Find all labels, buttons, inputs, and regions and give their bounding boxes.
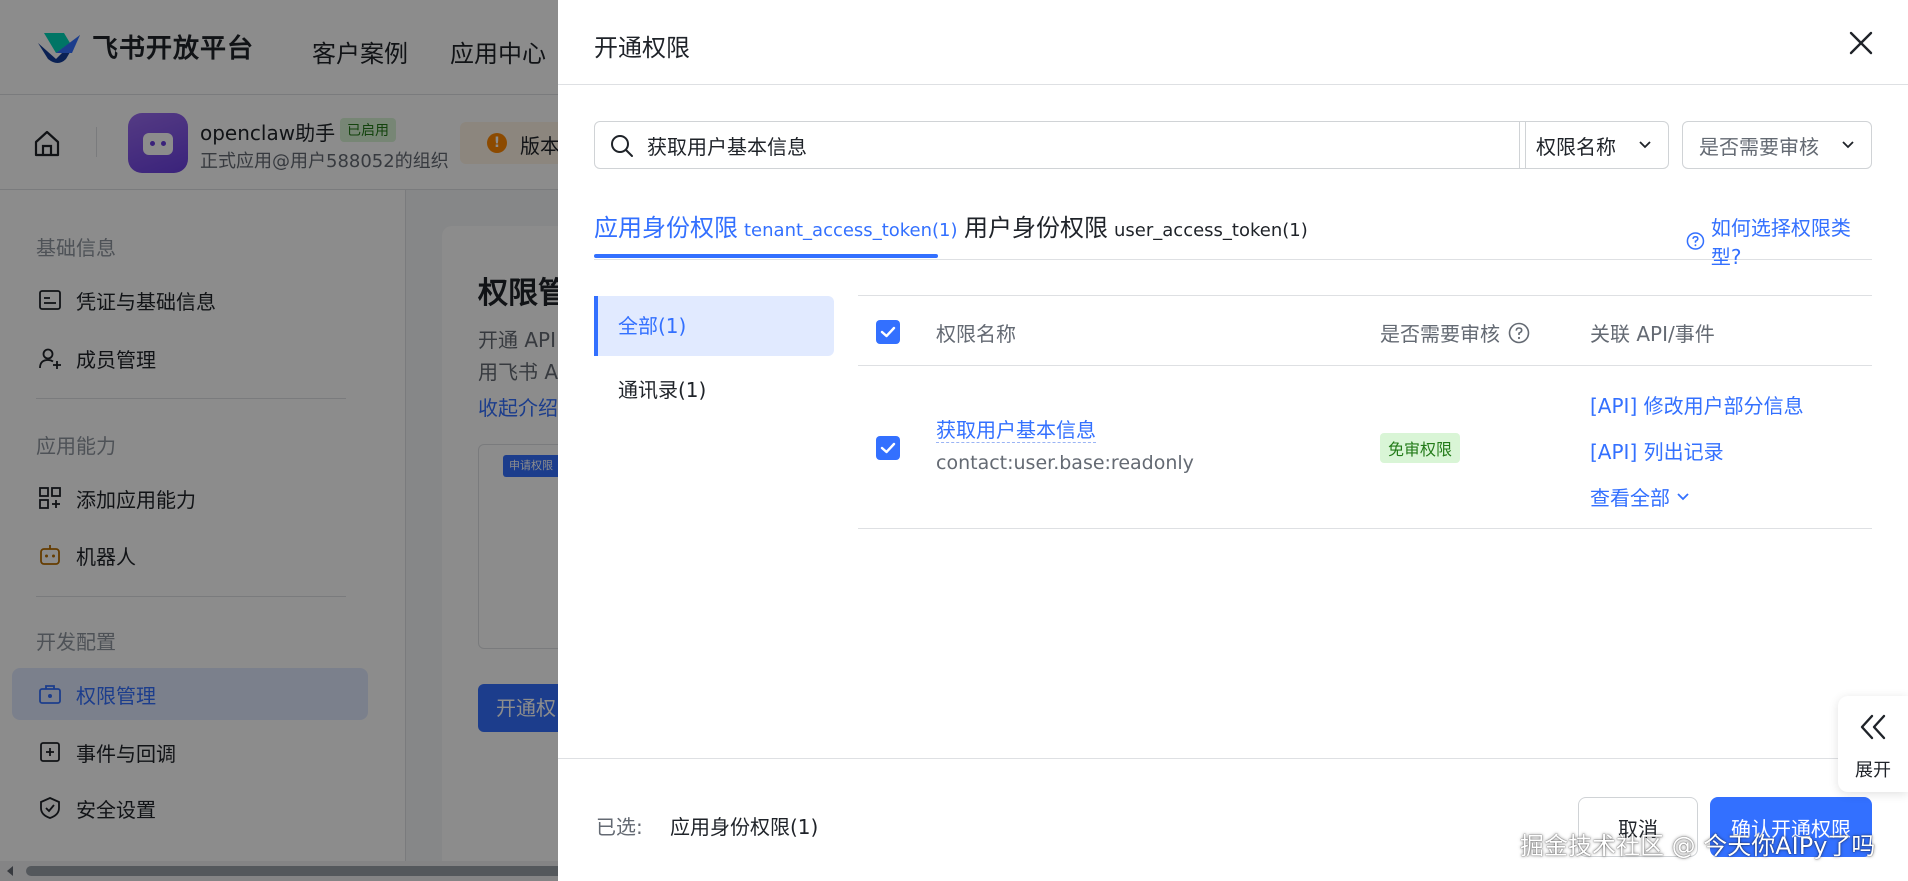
select-value: 是否需要审核 bbox=[1699, 134, 1819, 159]
permission-drawer: 开通权限 权限名称 是否需要审核 应用身份权限 tenant_access_to… bbox=[558, 0, 1908, 881]
category-contacts[interactable]: 通讯录(1) bbox=[594, 360, 834, 420]
chevron-down-icon bbox=[1639, 141, 1651, 149]
column-header-api: 关联 API/事件 bbox=[1590, 322, 1715, 346]
drawer-header: 开通权限 bbox=[558, 0, 1908, 85]
table-header: 权限名称 是否需要审核 关联 API/事件 bbox=[858, 295, 1872, 366]
column-header-review: 是否需要审核 bbox=[1380, 318, 1530, 347]
permission-name-select[interactable]: 权限名称 bbox=[1519, 121, 1669, 169]
search-box[interactable] bbox=[594, 121, 1526, 169]
tab-sublabel: user_access_token(1) bbox=[1114, 220, 1308, 241]
help-link-text: 如何选择权限类型? bbox=[1710, 216, 1851, 269]
search-icon bbox=[611, 135, 633, 157]
category-list: 全部(1) 通讯录(1) bbox=[594, 296, 834, 424]
selected-summary: 应用身份权限(1) bbox=[670, 815, 819, 839]
review-filter-select[interactable]: 是否需要审核 bbox=[1682, 121, 1872, 169]
checkmark-icon bbox=[880, 442, 896, 454]
question-circle-icon[interactable] bbox=[1508, 322, 1530, 344]
tab-tenant-permissions[interactable]: 应用身份权限 tenant_access_token(1) bbox=[594, 208, 958, 243]
tab-sublabel: tenant_access_token(1) bbox=[744, 220, 958, 241]
tab-label: 用户身份权限 bbox=[964, 214, 1108, 242]
permission-table: 权限名称 是否需要审核 关联 API/事件 获取用户基本信息 contact:u… bbox=[858, 295, 1872, 529]
tab-label: 应用身份权限 bbox=[594, 214, 738, 242]
double-chevron-left-icon bbox=[1860, 714, 1886, 740]
table-row: 获取用户基本信息 contact:user.base:readonly 免审权限… bbox=[858, 366, 1872, 529]
question-circle-icon bbox=[1686, 232, 1705, 250]
search-input[interactable] bbox=[647, 128, 1327, 162]
api-link[interactable]: [API] 修改用户部分信息 bbox=[1590, 390, 1804, 419]
active-tab-indicator bbox=[594, 254, 938, 258]
category-all[interactable]: 全部(1) bbox=[594, 296, 834, 356]
expand-panel-button[interactable]: 展开 bbox=[1838, 696, 1908, 792]
column-header-name: 权限名称 bbox=[936, 322, 1016, 346]
tab-user-permissions[interactable]: 用户身份权限 user_access_token(1) bbox=[964, 208, 1308, 243]
expand-label: 展开 bbox=[1855, 760, 1891, 781]
api-link[interactable]: [API] 列出记录 bbox=[1590, 436, 1724, 465]
review-free-badge: 免审权限 bbox=[1380, 433, 1461, 463]
drawer-title: 开通权限 bbox=[594, 34, 690, 62]
row-checkbox[interactable] bbox=[876, 436, 900, 460]
chevron-down-icon bbox=[1842, 141, 1854, 149]
column-header-label: 是否需要审核 bbox=[1380, 322, 1500, 346]
permission-name-link[interactable]: 获取用户基本信息 bbox=[936, 418, 1096, 443]
drawer-footer: 已选: 应用身份权限(1) 取消 确认开通权限 bbox=[558, 758, 1908, 881]
watermark: 掘金技术社区 @ 今天你AIPy了吗 bbox=[1520, 832, 1876, 860]
permission-scope-code: contact:user.base:readonly bbox=[936, 452, 1194, 474]
view-all-apis-link[interactable]: 查看全部 bbox=[1590, 482, 1690, 511]
select-all-checkbox[interactable] bbox=[876, 320, 900, 344]
checkmark-icon bbox=[880, 326, 896, 338]
chevron-down-icon bbox=[1677, 492, 1689, 500]
selected-label: 已选: bbox=[596, 815, 643, 839]
view-all-label: 查看全部 bbox=[1590, 486, 1670, 510]
close-icon[interactable] bbox=[1844, 26, 1878, 60]
permission-type-tabs: 应用身份权限 tenant_access_token(1) 用户身份权限 use… bbox=[594, 190, 1872, 269]
permission-type-help-link[interactable]: 如何选择权限类型? bbox=[1686, 212, 1872, 270]
select-value: 权限名称 bbox=[1536, 134, 1616, 159]
